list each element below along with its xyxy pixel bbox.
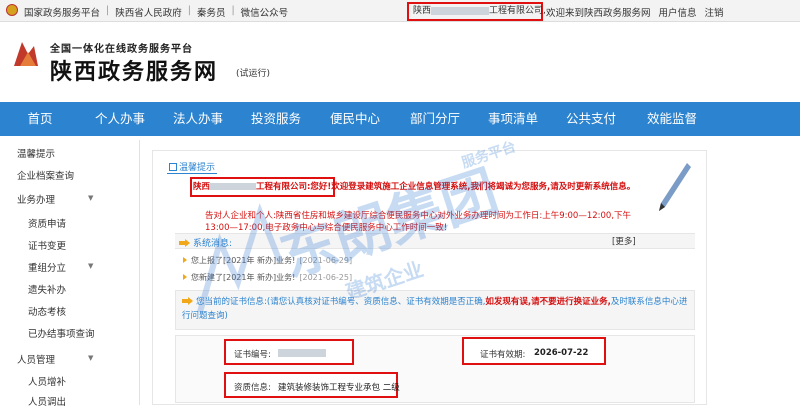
chevron-down-icon[interactable]: ▼: [88, 354, 93, 362]
sidebar-item-qualification-apply[interactable]: 资质申请: [28, 216, 66, 230]
main-panel: 温馨提示 陕西 工程有限公司:您好!欢迎登录建筑施工企业信息管理系统,我们将竭诚为…: [152, 150, 707, 405]
logged-in-user: 陕西 工程有限公司,: [407, 2, 546, 21]
separator: |: [187, 5, 191, 16]
system-message-label: 系统消息:: [193, 239, 233, 249]
sidebar-item-reorganization[interactable]: 重组分立: [28, 260, 66, 274]
nav-public-payment[interactable]: 公共支付: [550, 102, 632, 136]
more-link[interactable]: [更多]: [612, 235, 636, 247]
sidebar-item-lost-replacement[interactable]: 遗失补办: [28, 282, 66, 296]
link-qinwuyuan[interactable]: 秦务员: [197, 5, 226, 19]
beta-label: (试运行): [236, 69, 271, 79]
nav-home[interactable]: 首页: [0, 102, 80, 136]
message-text: 您新建了[2021年 新办]业务!: [191, 273, 296, 282]
user-name-suffix: 工程有限公司,: [489, 6, 546, 16]
sidebar-item-dynamic-assessment[interactable]: 动态考核: [28, 304, 66, 318]
cert-number-label: 证书编号:: [234, 350, 271, 360]
nav-convenience[interactable]: 便民中心: [316, 102, 394, 136]
separator: |: [106, 5, 110, 16]
welcome-text: 欢迎来到陕西政务服务网: [546, 8, 651, 19]
cert-notice-warning: 如发现有误,请不要进行换证业务,: [485, 297, 611, 307]
nav-item-list[interactable]: 事项清单: [476, 102, 550, 136]
redacted-text: [210, 183, 257, 190]
welcome-company-suffix: 工程有限公司:: [256, 182, 311, 192]
notice-line-1: 告对人企业和个人:陕西省住房和城乡建设厅综合便民服务中心对外业务办理时间为工作日…: [205, 211, 632, 221]
sidebar-item-personnel-transfer[interactable]: 人员调出: [28, 394, 66, 408]
certificate-notice: 您当前的证书信息:(请您认真核对证书编号、资质信息、证书有效期是否正确,如发现有…: [175, 290, 695, 330]
redacted-text: [431, 6, 490, 15]
sidebar-item-enterprise-archive[interactable]: 企业档案查询: [17, 168, 74, 182]
separator: |: [231, 5, 235, 16]
message-item[interactable]: 您上报了[2021年 新办]业务! [2021-06-29]: [183, 255, 352, 266]
message-date: [2021-06-25]: [299, 273, 353, 282]
sidebar-item-completed-query[interactable]: 已办结事项查询: [28, 326, 95, 340]
qualification-label: 资质信息:: [234, 383, 271, 393]
bullet-icon: [183, 274, 187, 280]
cert-notice-title: 您当前的证书信息:: [196, 297, 267, 307]
logout-link[interactable]: 注销: [705, 5, 724, 19]
welcome-text: 您好!欢迎登录建筑施工企业信息管理系统,我们将竭诚为您服务,请及时更新系统信息。: [310, 182, 636, 192]
site-header: 全国一体化在线政务服务平台 陕西政务服务网 (试运行): [0, 22, 800, 102]
link-wechat[interactable]: 微信公众号: [241, 5, 289, 19]
cert-validity-label: 证书有效期:: [480, 350, 526, 360]
nav-personal[interactable]: 个人办事: [80, 102, 160, 136]
sidebar-item-business[interactable]: 业务办理: [17, 192, 55, 206]
cert-validity-value: 2026-07-22: [534, 348, 589, 358]
main-nav: 首页 个人办事 法人办事 投资服务 便民中心 部门分厅 事项清单 公共支付 效能…: [0, 102, 800, 136]
link-provincial-government[interactable]: 陕西省人民政府: [115, 5, 182, 19]
chevron-down-icon[interactable]: ▼: [88, 262, 93, 270]
top-right-links: 欢迎来到陕西政务服务网 用户信息 注销: [546, 5, 724, 19]
welcome-company-prefix: 陕西: [193, 182, 211, 192]
document-icon: [169, 163, 177, 171]
message-text: 您上报了[2021年 新办]业务!: [191, 256, 296, 265]
nav-supervision[interactable]: 效能监督: [632, 102, 712, 136]
bullet-icon: [183, 257, 187, 263]
nav-departments[interactable]: 部门分厅: [394, 102, 476, 136]
system-message-title: 系统消息:: [179, 236, 232, 249]
redacted-cert-number: [278, 349, 326, 357]
message-date: [2021-06-29]: [299, 256, 353, 265]
tab-tips[interactable]: 温馨提示: [167, 160, 218, 174]
message-item[interactable]: 您新建了[2021年 新办]业务! [2021-06-25]: [183, 272, 352, 283]
site-logo-icon[interactable]: [8, 38, 42, 72]
link-national-platform[interactable]: 国家政务服务平台: [24, 5, 100, 19]
qualification-value: 建筑装修装饰工程专业承包 二级: [278, 383, 400, 393]
nav-legal-person[interactable]: 法人办事: [160, 102, 236, 136]
national-emblem-icon: [6, 4, 18, 16]
arrow-right-icon: [179, 239, 190, 247]
tab-tips-label: 温馨提示: [179, 163, 216, 173]
chevron-down-icon[interactable]: ▼: [88, 194, 93, 202]
sidebar-item-personnel-add[interactable]: 人员增补: [28, 374, 66, 388]
welcome-message: 陕西 工程有限公司:您好!欢迎登录建筑施工企业信息管理系统,我们将竭诚为您服务,请…: [193, 182, 693, 193]
user-name-prefix: 陕西: [413, 6, 432, 16]
top-links: 国家政务服务平台 | 陕西省人民政府 | 秦务员 | 微信公众号: [24, 5, 288, 19]
site-subtitle: 全国一体化在线政务服务平台: [50, 44, 193, 55]
cert-notice-text: (请您认真核对证书编号、资质信息、证书有效期是否正确,: [266, 297, 486, 307]
arrow-right-icon: [182, 297, 193, 305]
certificate-table: 证书编号: 证书有效期: 2026-07-22 资质信息: 建筑装修装饰工程专业…: [175, 335, 695, 403]
user-info-link[interactable]: 用户信息: [659, 5, 697, 19]
sidebar: 温馨提示 企业档案查询 业务办理 ▼ 资质申请 证书变更 重组分立 ▼ 遗失补办…: [0, 140, 140, 408]
sidebar-item-certificate-change[interactable]: 证书变更: [28, 238, 66, 252]
sidebar-item-personnel[interactable]: 人员管理: [17, 352, 55, 366]
site-title[interactable]: 陕西政务服务网: [50, 54, 218, 86]
sidebar-item-tips[interactable]: 温馨提示: [17, 146, 55, 160]
nav-investment[interactable]: 投资服务: [236, 102, 316, 136]
top-bar: 国家政务服务平台 | 陕西省人民政府 | 秦务员 | 微信公众号 陕西 工程有限公…: [0, 0, 800, 22]
